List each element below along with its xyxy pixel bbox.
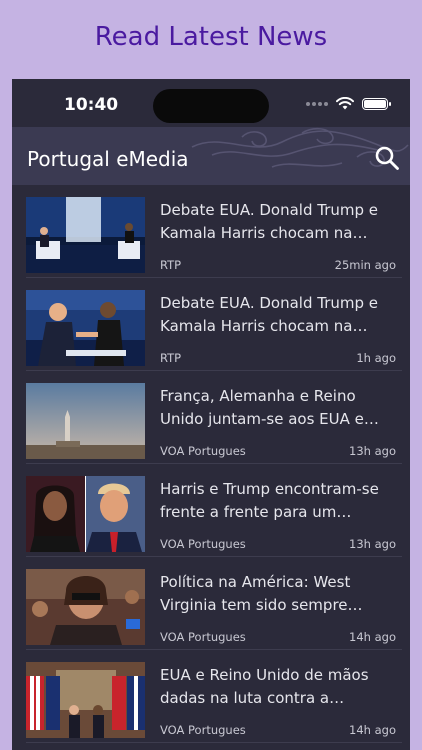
app-title: Portugal eMedia — [27, 147, 189, 171]
news-headline: França, Alemanha e Reino Unido juntam-se… — [160, 387, 364, 428]
news-item[interactable]: Debate EUA. Donald Trump e Kamala Harris… — [26, 185, 402, 278]
news-source: VOA Portugues — [160, 630, 246, 644]
news-headline: Debate EUA. Donald Trump e Kamala Harris… — [160, 201, 379, 242]
news-item[interactable]: Debate EUA. Donald Trump e Kamala Harris… — [26, 278, 402, 371]
news-time: 25min ago — [334, 258, 396, 272]
news-source: RTP — [160, 258, 182, 272]
search-icon[interactable] — [374, 145, 400, 171]
nav-bar: Portugal eMedia — [12, 127, 410, 185]
news-thumbnail — [26, 662, 145, 738]
wifi-icon — [336, 97, 354, 110]
promo-title: Read Latest News — [94, 22, 328, 52]
news-list: Debate EUA. Donald Trump e Kamala Harris… — [12, 185, 410, 743]
news-headline: EUA e Reino Unido de mãos dadas na luta … — [160, 666, 369, 707]
news-item[interactable]: EUA e Reino Unido de mãos dadas na luta … — [26, 650, 402, 743]
signal-icon — [306, 101, 328, 106]
news-thumbnail — [26, 197, 145, 273]
news-source: VOA Portugues — [160, 537, 246, 551]
news-item[interactable]: Política na América: West Virginia tem s… — [26, 557, 402, 650]
news-thumbnail — [26, 476, 145, 552]
news-source: VOA Portugues — [160, 723, 246, 737]
news-headline: Debate EUA. Donald Trump e Kamala Harris… — [160, 294, 379, 335]
phone-screen: 10:40 Portugal eMedia Debate EUA. Donald… — [12, 79, 410, 750]
news-item[interactable]: Harris e Trump encontram-se frente a fre… — [26, 464, 402, 557]
news-time: 14h ago — [349, 723, 396, 737]
news-thumbnail — [26, 383, 145, 459]
news-time: 1h ago — [356, 351, 396, 365]
news-source: VOA Portugues — [160, 444, 246, 458]
news-headline: Política na América: West Virginia tem s… — [160, 573, 351, 614]
news-item[interactable]: França, Alemanha e Reino Unido juntam-se… — [26, 371, 402, 464]
news-source: RTP — [160, 351, 182, 365]
news-headline: Harris e Trump encontram-se frente a fre… — [160, 480, 379, 521]
news-thumbnail — [26, 290, 145, 366]
news-time: 13h ago — [349, 444, 396, 458]
news-time: 13h ago — [349, 537, 396, 551]
news-thumbnail — [26, 569, 145, 645]
status-time: 10:40 — [64, 95, 119, 115]
dynamic-island — [153, 89, 269, 123]
news-time: 14h ago — [349, 630, 396, 644]
status-icons — [306, 97, 391, 110]
status-bar: 10:40 — [12, 79, 410, 127]
battery-icon — [362, 97, 391, 110]
